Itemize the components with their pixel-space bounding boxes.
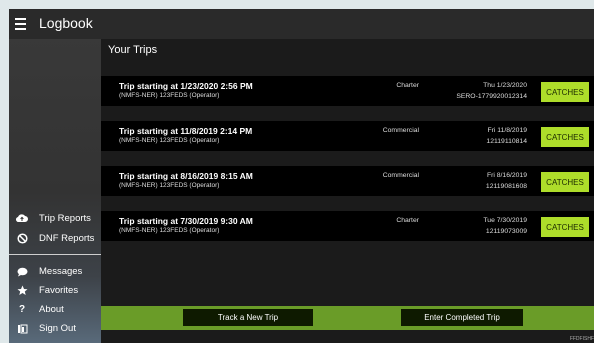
trip-date: Thu 1/23/2020: [483, 82, 527, 89]
sign-out-icon: [15, 323, 29, 335]
sidebar-item-favorites[interactable]: Favorites: [9, 281, 101, 300]
sidebar-divider: [9, 254, 101, 255]
title-bar: Logbook: [9, 9, 594, 39]
enter-completed-trip-button[interactable]: Enter Completed Trip: [401, 309, 523, 326]
question-icon: ?: [18, 304, 26, 315]
trip-id: 12119081608: [485, 183, 527, 190]
trip-date: Tue 7/30/2019: [483, 217, 527, 224]
trip-title: Trip starting at 7/30/2019 9:30 AM: [119, 216, 253, 226]
trip-row[interactable]: Trip starting at 7/30/2019 9:30 AM (NMFS…: [101, 211, 594, 241]
sidebar-item-label: About: [39, 304, 64, 315]
trip-date: Fri 11/8/2019: [487, 127, 527, 134]
cloud-upload-icon: [15, 212, 29, 224]
sidebar-item-label: Trip Reports: [39, 212, 91, 224]
sidebar-item-label: DNF Reports: [39, 232, 95, 244]
sidebar-item-about[interactable]: ? About: [9, 300, 101, 319]
catches-button[interactable]: CATCHES: [541, 82, 589, 102]
trip-row[interactable]: Trip starting at 1/23/2020 2:56 PM (NMFS…: [101, 76, 594, 106]
chat-icon: [15, 266, 29, 278]
sidebar-group-reports: Trip Reports DNF Reports: [9, 208, 101, 261]
sidebar: Trip Reports DNF Reports Messages Favori…: [9, 9, 101, 343]
trip-operator: (NMFS-NER) 123FEDS (Operator): [119, 227, 220, 234]
trip-type: Commercial: [382, 127, 419, 134]
main-content: Your Trips Trip starting at 1/23/2020 2:…: [101, 39, 594, 343]
trip-row[interactable]: Trip starting at 11/8/2019 2:14 PM (NMFS…: [101, 121, 594, 151]
app-window: Trip Reports DNF Reports Messages Favori…: [9, 9, 594, 343]
trip-id: 12119110814: [486, 138, 527, 145]
block-icon: [15, 232, 29, 244]
trip-type: Charter: [396, 217, 419, 224]
trip-title: Trip starting at 8/16/2019 8:15 AM: [119, 171, 253, 181]
sidebar-item-sign-out[interactable]: Sign Out: [9, 319, 101, 338]
app-title: Logbook: [39, 15, 93, 31]
bottom-action-bar: Track a New Trip Enter Completed Trip: [101, 306, 594, 330]
catches-button[interactable]: CATCHES: [541, 172, 589, 192]
trip-id: 12119073009: [485, 228, 527, 235]
footer-label: FFDFISHF: [569, 336, 594, 342]
trip-row[interactable]: Trip starting at 8/16/2019 8:15 AM (NMFS…: [101, 166, 594, 196]
trip-id: SERO-1779920012314: [456, 93, 527, 100]
sidebar-item-label: Sign Out: [39, 323, 76, 334]
sidebar-group-general: Messages Favorites ? About Sign Out: [9, 262, 101, 338]
trip-title: Trip starting at 11/8/2019 2:14 PM: [119, 126, 253, 136]
sidebar-item-label: Favorites: [39, 285, 79, 296]
trip-title: Trip starting at 1/23/2020 2:56 PM: [119, 81, 253, 91]
catches-button[interactable]: CATCHES: [541, 127, 589, 147]
catches-button[interactable]: CATCHES: [541, 217, 589, 237]
hamburger-menu-icon[interactable]: [13, 13, 35, 35]
sidebar-item-dnf-reports[interactable]: DNF Reports: [9, 228, 101, 248]
trip-type: Commercial: [382, 172, 419, 179]
page-title: Your Trips: [108, 44, 158, 56]
trip-type: Charter: [396, 82, 419, 89]
trip-date: Fri 8/16/2019: [486, 172, 527, 179]
track-new-trip-button[interactable]: Track a New Trip: [183, 309, 313, 326]
sidebar-item-messages[interactable]: Messages: [9, 262, 101, 281]
trip-operator: (NMFS-NER) 123FEDS (Operator): [119, 137, 220, 144]
trip-operator: (NMFS-NER) 123FEDS (Operator): [119, 92, 220, 99]
sidebar-item-label: Messages: [39, 266, 83, 277]
sidebar-item-trip-reports[interactable]: Trip Reports: [9, 208, 101, 228]
trip-operator: (NMFS-NER) 123FEDS (Operator): [119, 182, 220, 189]
star-icon: [15, 285, 29, 297]
